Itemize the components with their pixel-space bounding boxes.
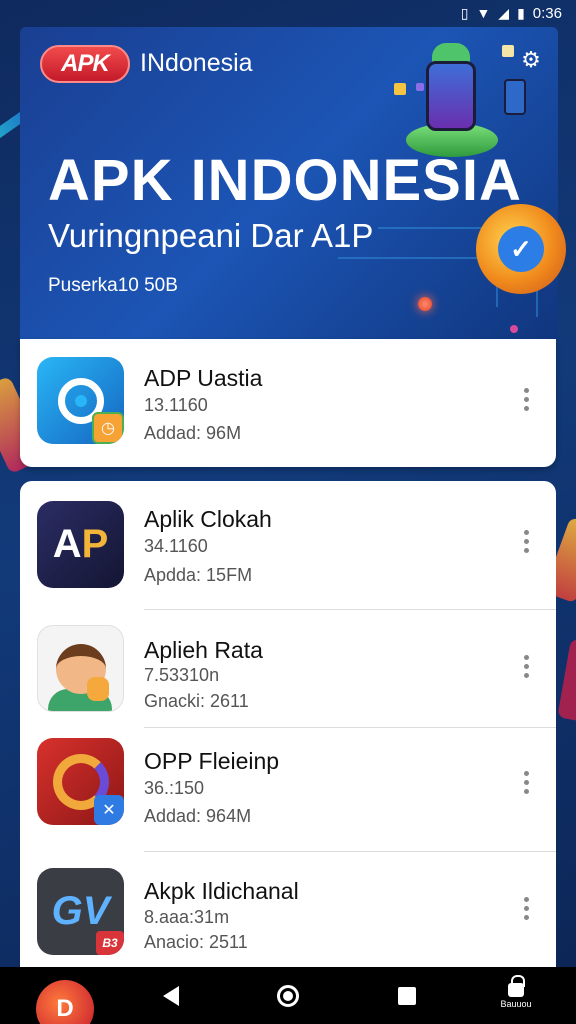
app-name: Aplieh Rata xyxy=(144,637,263,663)
illustration-cube xyxy=(416,83,424,91)
back-button[interactable] xyxy=(141,967,201,1024)
avatar-hand xyxy=(87,677,109,701)
app-list-item[interactable]: Aplieh Rata 7.53310n Gnacki: 2611 xyxy=(20,610,556,727)
app-list-item[interactable]: ◷ ADP Uastia 13.1160 Addad: 96M xyxy=(20,339,556,467)
app-meta: Addad: 96M xyxy=(144,423,242,443)
illustration-cube xyxy=(394,83,406,95)
swirl-app-icon: ✕ xyxy=(37,738,124,825)
store-badge-icon: ✕ xyxy=(94,795,124,825)
app-list: AP Aplik Clokah 34.1160 Apdda: 15FM Apli… xyxy=(20,481,556,967)
app-meta: Gnacki: 2611 xyxy=(144,691,249,711)
app-name: OPP Fleieinp xyxy=(144,748,280,774)
background-streak xyxy=(557,638,576,722)
gv-app-icon: GV B3 xyxy=(37,868,124,955)
header-banner: APK INdonesia ⚙ APK INDONESIA Vuringnpea… xyxy=(20,27,558,339)
featured-app-card: ◷ ADP Uastia 13.1160 Addad: 96M xyxy=(20,339,556,467)
vibrate-icon: ▯ xyxy=(460,4,469,21)
app-list-item[interactable]: AP Aplik Clokah 34.1160 Apdda: 15FM xyxy=(20,481,556,609)
recents-button[interactable] xyxy=(377,967,437,1024)
app-version: 34.1160 xyxy=(144,536,208,556)
wifi-icon: ▼ xyxy=(476,5,491,21)
shield-check-icon[interactable]: ✓ xyxy=(476,204,566,294)
page-subtitle: Vuringnpeani Dar A1P xyxy=(48,217,374,254)
settings-gear-icon[interactable]: ⚙ xyxy=(518,47,544,73)
illustration-cube xyxy=(502,45,514,57)
app-meta: Anacio: 2511 xyxy=(144,932,248,952)
app-meta: Addad: 964M xyxy=(144,806,252,826)
search-app-icon: ◷ xyxy=(37,357,124,444)
more-vert-icon[interactable] xyxy=(514,523,538,559)
app-version: 13.1160 xyxy=(144,395,208,415)
app-meta: Apdda: 15FM xyxy=(144,565,253,585)
status-bar: ▯ ▼ ◢ ▮ 0:36 xyxy=(0,0,576,26)
home-icon xyxy=(277,984,299,1007)
home-button[interactable] xyxy=(258,967,318,1024)
status-time: 0:36 xyxy=(532,4,562,22)
gv-logo-text: GV xyxy=(51,889,110,933)
glow-dot xyxy=(418,297,432,311)
ap-logo-letter-p: P xyxy=(81,522,109,566)
app-version: 36.:150 xyxy=(144,778,205,798)
more-vert-icon[interactable] xyxy=(514,648,538,684)
back-icon xyxy=(163,985,179,1006)
app-list-item[interactable]: ✕ OPP Fleieinp 36.:150 Addad: 964M xyxy=(20,728,556,851)
more-vert-icon[interactable] xyxy=(514,764,538,800)
lock-label: Bauuou xyxy=(500,998,532,1009)
clock-badge-icon: ◷ xyxy=(92,412,124,444)
illustration-tablet xyxy=(426,61,476,131)
avatar-app-icon xyxy=(37,625,124,712)
more-vert-icon[interactable] xyxy=(514,381,538,417)
brand-name: INdonesia xyxy=(140,49,253,77)
app-list-item[interactable]: GV B3 Akpk Ildichanal 8.aaa:31m Anacio: … xyxy=(20,852,556,967)
apk-logo[interactable]: APK xyxy=(40,45,130,83)
lock-button[interactable]: Bauuou xyxy=(486,967,546,1024)
app-version: 8.aaa:31m xyxy=(144,907,230,927)
page-title: APK INDONESIA xyxy=(48,148,522,213)
more-vert-icon[interactable] xyxy=(514,890,538,926)
recents-icon xyxy=(398,986,416,1005)
glow-dot xyxy=(510,325,518,333)
illustration-phone xyxy=(504,79,526,115)
app-version: 7.53310n xyxy=(144,665,220,685)
page-caption: Puserka10 50B xyxy=(48,275,178,296)
check-icon: ✓ xyxy=(498,226,544,272)
gv-badge: B3 xyxy=(96,931,124,955)
lock-icon xyxy=(508,974,525,997)
signal-icon: ◢ xyxy=(498,4,510,21)
app-name: Akpk Ildichanal xyxy=(144,878,299,904)
app-name: ADP Uastia xyxy=(144,365,263,391)
ap-logo-letter-a: A xyxy=(52,522,82,566)
battery-icon: ▮ xyxy=(517,4,525,21)
app-name: Aplik Clokah xyxy=(144,506,272,532)
ap-app-icon: AP xyxy=(37,501,124,588)
